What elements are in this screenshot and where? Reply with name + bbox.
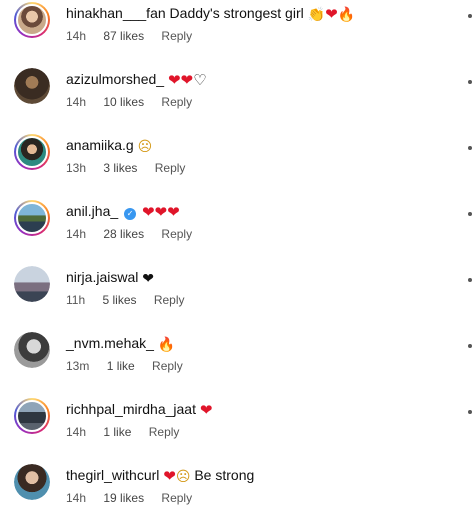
comment-timestamp: 14h — [66, 95, 87, 109]
fire-icon: 🔥 — [157, 337, 176, 353]
comment-likes-count[interactable]: 1 like — [107, 359, 135, 373]
comment-timestamp: 13m — [66, 359, 90, 373]
avatar[interactable] — [14, 134, 50, 170]
comment-item: nirja.jaiswal ❤ 11h 5 likes Reply — [0, 264, 475, 330]
comment-likes-count[interactable]: 3 likes — [103, 161, 137, 175]
more-options-icon[interactable] — [468, 14, 472, 18]
comment-timestamp: 14h — [66, 491, 87, 505]
more-options-icon[interactable] — [468, 278, 472, 282]
reply-button[interactable]: Reply — [161, 491, 192, 505]
comment-item: thegirl_withcurl ❤☹ Be strong 14h 19 lik… — [0, 462, 475, 528]
comment-username[interactable]: richhpal_mirdha_jaat — [66, 401, 196, 417]
comment-list: hinakhan___fan Daddy's strongest girl 👏❤… — [0, 0, 475, 510]
black-heart-icon: ❤ — [142, 271, 154, 287]
comment-text: Be strong — [194, 467, 255, 483]
avatar[interactable] — [14, 200, 50, 236]
comment-timestamp: 14h — [66, 425, 87, 439]
avatar[interactable] — [14, 266, 50, 302]
more-options-icon[interactable] — [468, 410, 472, 414]
more-options-icon[interactable] — [468, 146, 472, 150]
comment-username[interactable]: azizulmorshed_ — [66, 71, 164, 87]
red-heart-icon: ❤ — [141, 203, 155, 221]
reply-button[interactable]: Reply — [161, 29, 192, 43]
avatar[interactable] — [14, 398, 50, 434]
reply-button[interactable]: Reply — [161, 95, 192, 109]
red-heart-icon: ❤ — [167, 71, 181, 89]
reply-button[interactable]: Reply — [155, 161, 186, 175]
more-options-icon[interactable] — [468, 212, 472, 216]
avatar[interactable] — [14, 464, 50, 500]
red-heart-icon: ❤ — [199, 401, 213, 419]
comment-likes-count[interactable]: 5 likes — [102, 293, 136, 307]
comment-timestamp: 14h — [66, 29, 87, 43]
comment-item: anil.jha_ ✓ ❤❤❤ 14h 28 likes Reply — [0, 198, 475, 264]
red-heart-icon: ❤ — [154, 203, 168, 221]
comment-likes-count[interactable]: 1 like — [103, 425, 131, 439]
comment-item: anamiika.g ☹ 13h 3 likes Reply — [0, 132, 475, 198]
comment-timestamp: 13h — [66, 161, 87, 175]
comment-username[interactable]: anamiika.g — [66, 137, 134, 153]
fire-icon: 🔥 — [337, 7, 356, 23]
comment-likes-count[interactable]: 10 likes — [103, 95, 144, 109]
comment-username[interactable]: _nvm.mehak_ — [66, 335, 154, 351]
more-options-icon[interactable] — [468, 344, 472, 348]
comment-username[interactable]: thegirl_withcurl — [66, 467, 159, 483]
avatar[interactable] — [14, 2, 50, 38]
comment-timestamp: 11h — [66, 293, 86, 307]
sad-face-icon: ☹ — [137, 139, 153, 155]
red-heart-icon: ❤ — [325, 5, 338, 23]
reply-button[interactable]: Reply — [152, 359, 183, 373]
comment-timestamp: 14h — [66, 227, 87, 241]
red-heart-icon: ❤ — [180, 71, 194, 89]
reply-button[interactable]: Reply — [154, 293, 185, 307]
comment-likes-count[interactable]: 19 likes — [103, 491, 144, 505]
comment-item: hinakhan___fan Daddy's strongest girl 👏❤… — [0, 0, 475, 66]
reply-button[interactable]: Reply — [161, 227, 192, 241]
comment-username[interactable]: hinakhan___fan — [66, 5, 166, 21]
comment-item: _nvm.mehak_ 🔥 13m 1 like Reply — [0, 330, 475, 396]
comment-text: Daddy's strongest girl — [169, 5, 304, 21]
comment-likes-count[interactable]: 87 likes — [103, 29, 144, 43]
red-heart-icon: ❤ — [163, 467, 176, 485]
more-options-icon[interactable] — [468, 80, 472, 84]
avatar[interactable] — [14, 68, 50, 104]
comment-item: richhpal_mirdha_jaat ❤ 14h 1 like Reply — [0, 396, 475, 462]
comment-username[interactable]: anil.jha_ — [66, 203, 118, 219]
comment-username[interactable]: nirja.jaiswal — [66, 269, 138, 285]
red-heart-icon: ❤ — [167, 203, 180, 221]
comment-likes-count[interactable]: 28 likes — [103, 227, 144, 241]
clapping-hands-icon: 👏 — [307, 7, 326, 23]
verified-badge-icon: ✓ — [124, 208, 137, 220]
comment-item: azizulmorshed_ ❤❤♡ 14h 10 likes Reply — [0, 66, 475, 132]
avatar[interactable] — [14, 332, 50, 368]
sad-face-icon: ☹ — [175, 469, 191, 485]
reply-button[interactable]: Reply — [149, 425, 180, 439]
white-heart-icon: ♡ — [193, 71, 207, 89]
